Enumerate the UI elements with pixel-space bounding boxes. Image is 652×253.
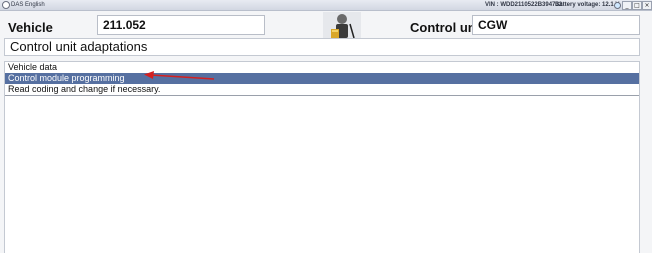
annotation-arrow-icon <box>144 71 215 80</box>
menu-panel: Vehicle data Control module programming … <box>4 61 640 253</box>
vehicle-label: Vehicle <box>8 20 53 35</box>
vin-readout: VIN : WDD2110522B394732 <box>485 2 563 8</box>
minimize-button[interactable]: _ <box>622 1 632 10</box>
menu-item-read-coding[interactable]: Read coding and change if necessary. <box>5 84 639 96</box>
battery-voltage: Battery voltage: 12.1 V <box>555 2 620 8</box>
technician-mascot-icon <box>323 12 361 40</box>
close-button[interactable]: × <box>642 1 652 10</box>
menu-item-vehicle-data[interactable]: Vehicle data <box>5 62 639 73</box>
title-bar: DAS English VIN : WDD2110522B394732 Batt… <box>0 0 652 11</box>
page-title: Control unit adaptations <box>4 38 640 56</box>
control-unit-field: CGW <box>472 15 640 35</box>
menu-item-control-module-programming[interactable]: Control module programming <box>5 73 639 84</box>
battery-status-icon <box>614 2 621 9</box>
app-icon <box>2 1 10 9</box>
maximize-button[interactable]: □ <box>632 1 642 10</box>
vehicle-field: 211.052 <box>97 15 265 35</box>
window-title: DAS English <box>11 2 45 8</box>
